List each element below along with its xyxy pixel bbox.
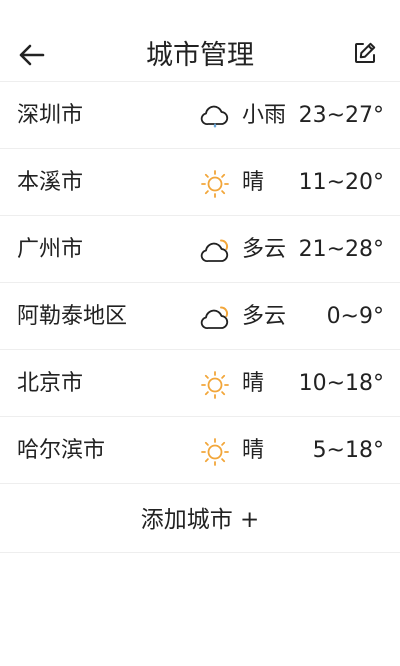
city-name: 广州市 <box>17 237 84 262</box>
temperature-range: 23~27° <box>298 103 384 128</box>
city-name: 北京市 <box>17 371 84 396</box>
sunny-icon <box>201 170 229 198</box>
city-row-beijing[interactable]: 北京市 晴 10~18° <box>0 350 400 417</box>
header: 城市管理 <box>0 0 400 82</box>
edit-button[interactable] <box>352 40 378 66</box>
temperature-range: 21~28° <box>298 237 384 262</box>
temperature-range: 5~18° <box>312 438 384 463</box>
weather-condition: 多云 <box>242 304 287 329</box>
city-row-guangzhou[interactable]: 广州市 多云 21~28° <box>0 216 400 283</box>
add-city-button[interactable]: 添加城市 + <box>0 487 400 553</box>
city-row-benxi[interactable]: 本溪市 晴 11~20° <box>0 149 400 216</box>
page-title: 城市管理 <box>146 40 254 71</box>
city-row-altay[interactable]: 阿勒泰地区 多云 0~9° <box>0 283 400 350</box>
weather-condition: 多云 <box>242 237 287 262</box>
edit-pencil-icon <box>355 42 376 63</box>
weather-condition: 晴 <box>242 170 265 195</box>
city-name: 本溪市 <box>17 170 84 195</box>
city-name: 深圳市 <box>17 103 84 128</box>
city-name: 哈尔滨市 <box>17 438 106 463</box>
city-management-screen: 城市管理 深圳市 小雨 23~27° 本溪市 晴 11~20° 广州市 多云 2… <box>0 0 400 666</box>
partly-cloudy-icon <box>200 239 229 262</box>
city-row-shenzhen[interactable]: 深圳市 小雨 23~27° <box>0 82 400 149</box>
temperature-range: 0~9° <box>326 304 384 329</box>
city-list: 深圳市 小雨 23~27° 本溪市 晴 11~20° 广州市 多云 21~28°… <box>0 82 400 484</box>
temperature-range: 10~18° <box>298 371 384 396</box>
weather-condition: 晴 <box>242 371 265 396</box>
sunny-icon <box>201 371 229 399</box>
city-name: 阿勒泰地区 <box>17 304 128 329</box>
temperature-range: 11~20° <box>298 170 384 195</box>
light-rain-icon <box>200 105 229 128</box>
weather-condition: 小雨 <box>242 103 287 128</box>
partly-cloudy-icon <box>200 306 229 329</box>
weather-condition: 晴 <box>242 438 265 463</box>
sunny-icon <box>201 438 229 466</box>
city-row-harbin[interactable]: 哈尔滨市 晴 5~18° <box>0 417 400 484</box>
